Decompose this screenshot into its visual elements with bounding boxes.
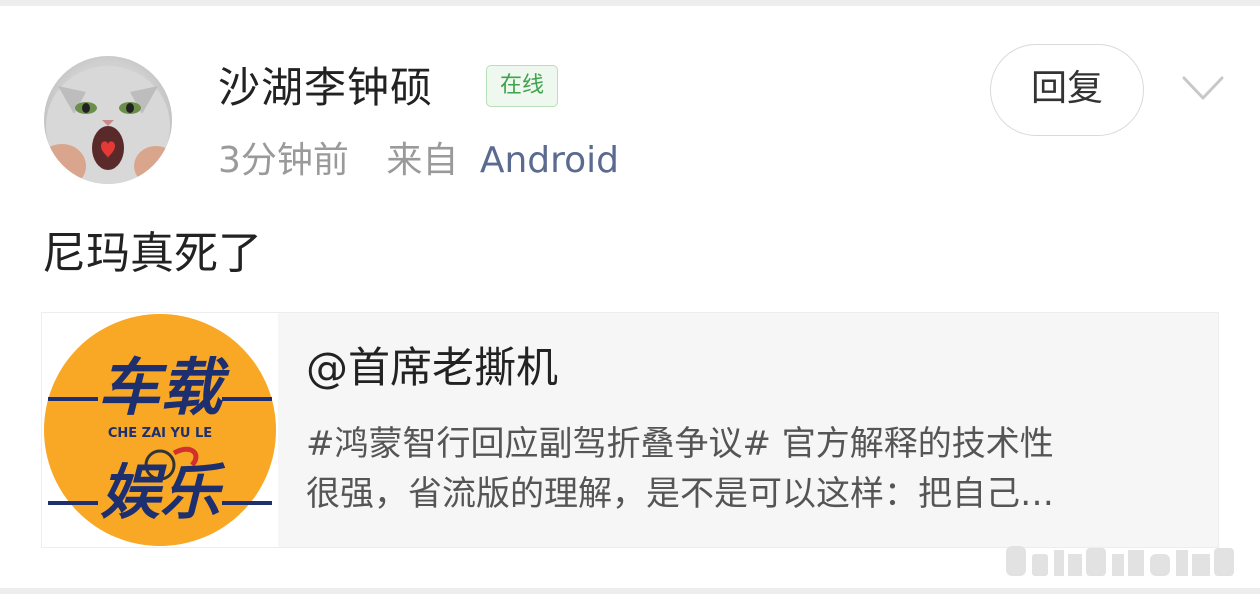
post-text: 尼玛真死了 [42,228,262,279]
che-zai-yu-le-logo: 车载 CHE ZAI YU LE 娱乐 [44,314,276,546]
avatar[interactable] [44,56,172,184]
quoted-excerpt: #鸿蒙智行回应副驾折叠争议# 官方解释的技术性 很强，省流版的理解，是不是可以这… [306,419,1196,519]
quoted-post-thumbnail: 车载 CHE ZAI YU LE 娱乐 [42,313,278,547]
username[interactable]: 沙湖李钟硕 [218,62,433,114]
quoted-excerpt-line: #鸿蒙智行回应副驾折叠争议# 官方解释的技术性 [306,424,1054,464]
top-divider [0,0,1260,6]
logo-title-bottom: 娱乐 [100,458,226,528]
logo-pinyin: CHE ZAI YU LE [108,426,212,441]
post-time: 3分钟前 [218,140,349,181]
reply-button[interactable]: 回复 [990,44,1144,136]
bottom-divider [0,588,1260,594]
post-meta: 3分钟前 来自 Android [218,138,619,184]
post-source-link[interactable]: Android [480,140,619,181]
chevron-down-icon[interactable] [1178,68,1228,108]
source-prefix: 来自 [386,140,459,181]
quoted-post-card[interactable]: 车载 CHE ZAI YU LE 娱乐 @首席老撕机 #鸿蒙智行回应副驾折叠争议… [41,312,1219,548]
quoted-author[interactable]: @首席老撕机 [306,341,558,395]
online-status-badge: 在线 [486,65,558,107]
watermark-graphic [1002,540,1242,580]
logo-title-top: 车载 [98,351,230,424]
quoted-excerpt-line: 很强，省流版的理解，是不是可以这样：把自己… [306,474,1054,514]
cat-avatar-image [44,66,172,184]
